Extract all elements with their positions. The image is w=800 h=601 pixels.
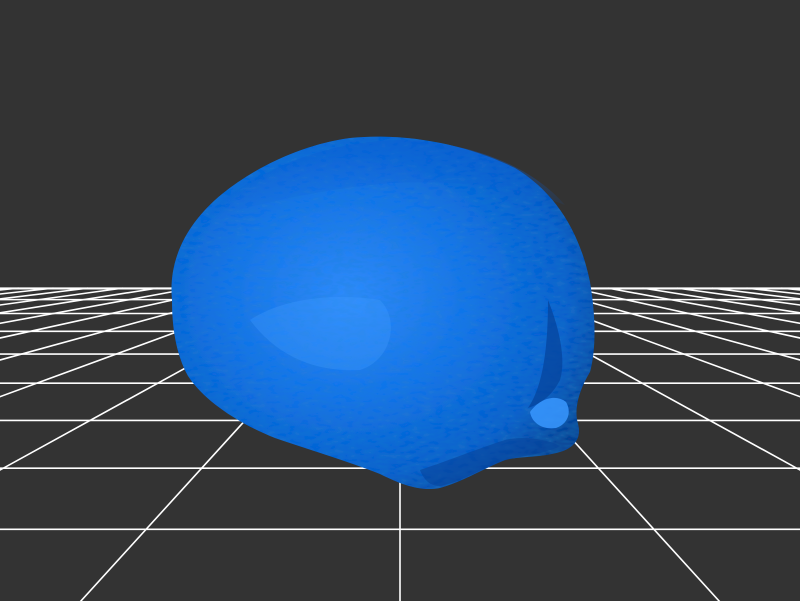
grid-line-depth-18 <box>573 287 800 339</box>
grid-line-depth-21 <box>677 287 800 306</box>
3d-viewport[interactable] <box>0 0 800 601</box>
grid-line-depth-6 <box>0 287 158 314</box>
grid-line-depth-5 <box>0 287 123 306</box>
grid-line-depth-20 <box>642 287 800 314</box>
grid-line-depth-19 <box>607 287 800 325</box>
grid-line-depth-7 <box>0 287 193 325</box>
scene-canvas[interactable] <box>0 0 800 601</box>
mesh-object[interactable] <box>171 136 595 490</box>
